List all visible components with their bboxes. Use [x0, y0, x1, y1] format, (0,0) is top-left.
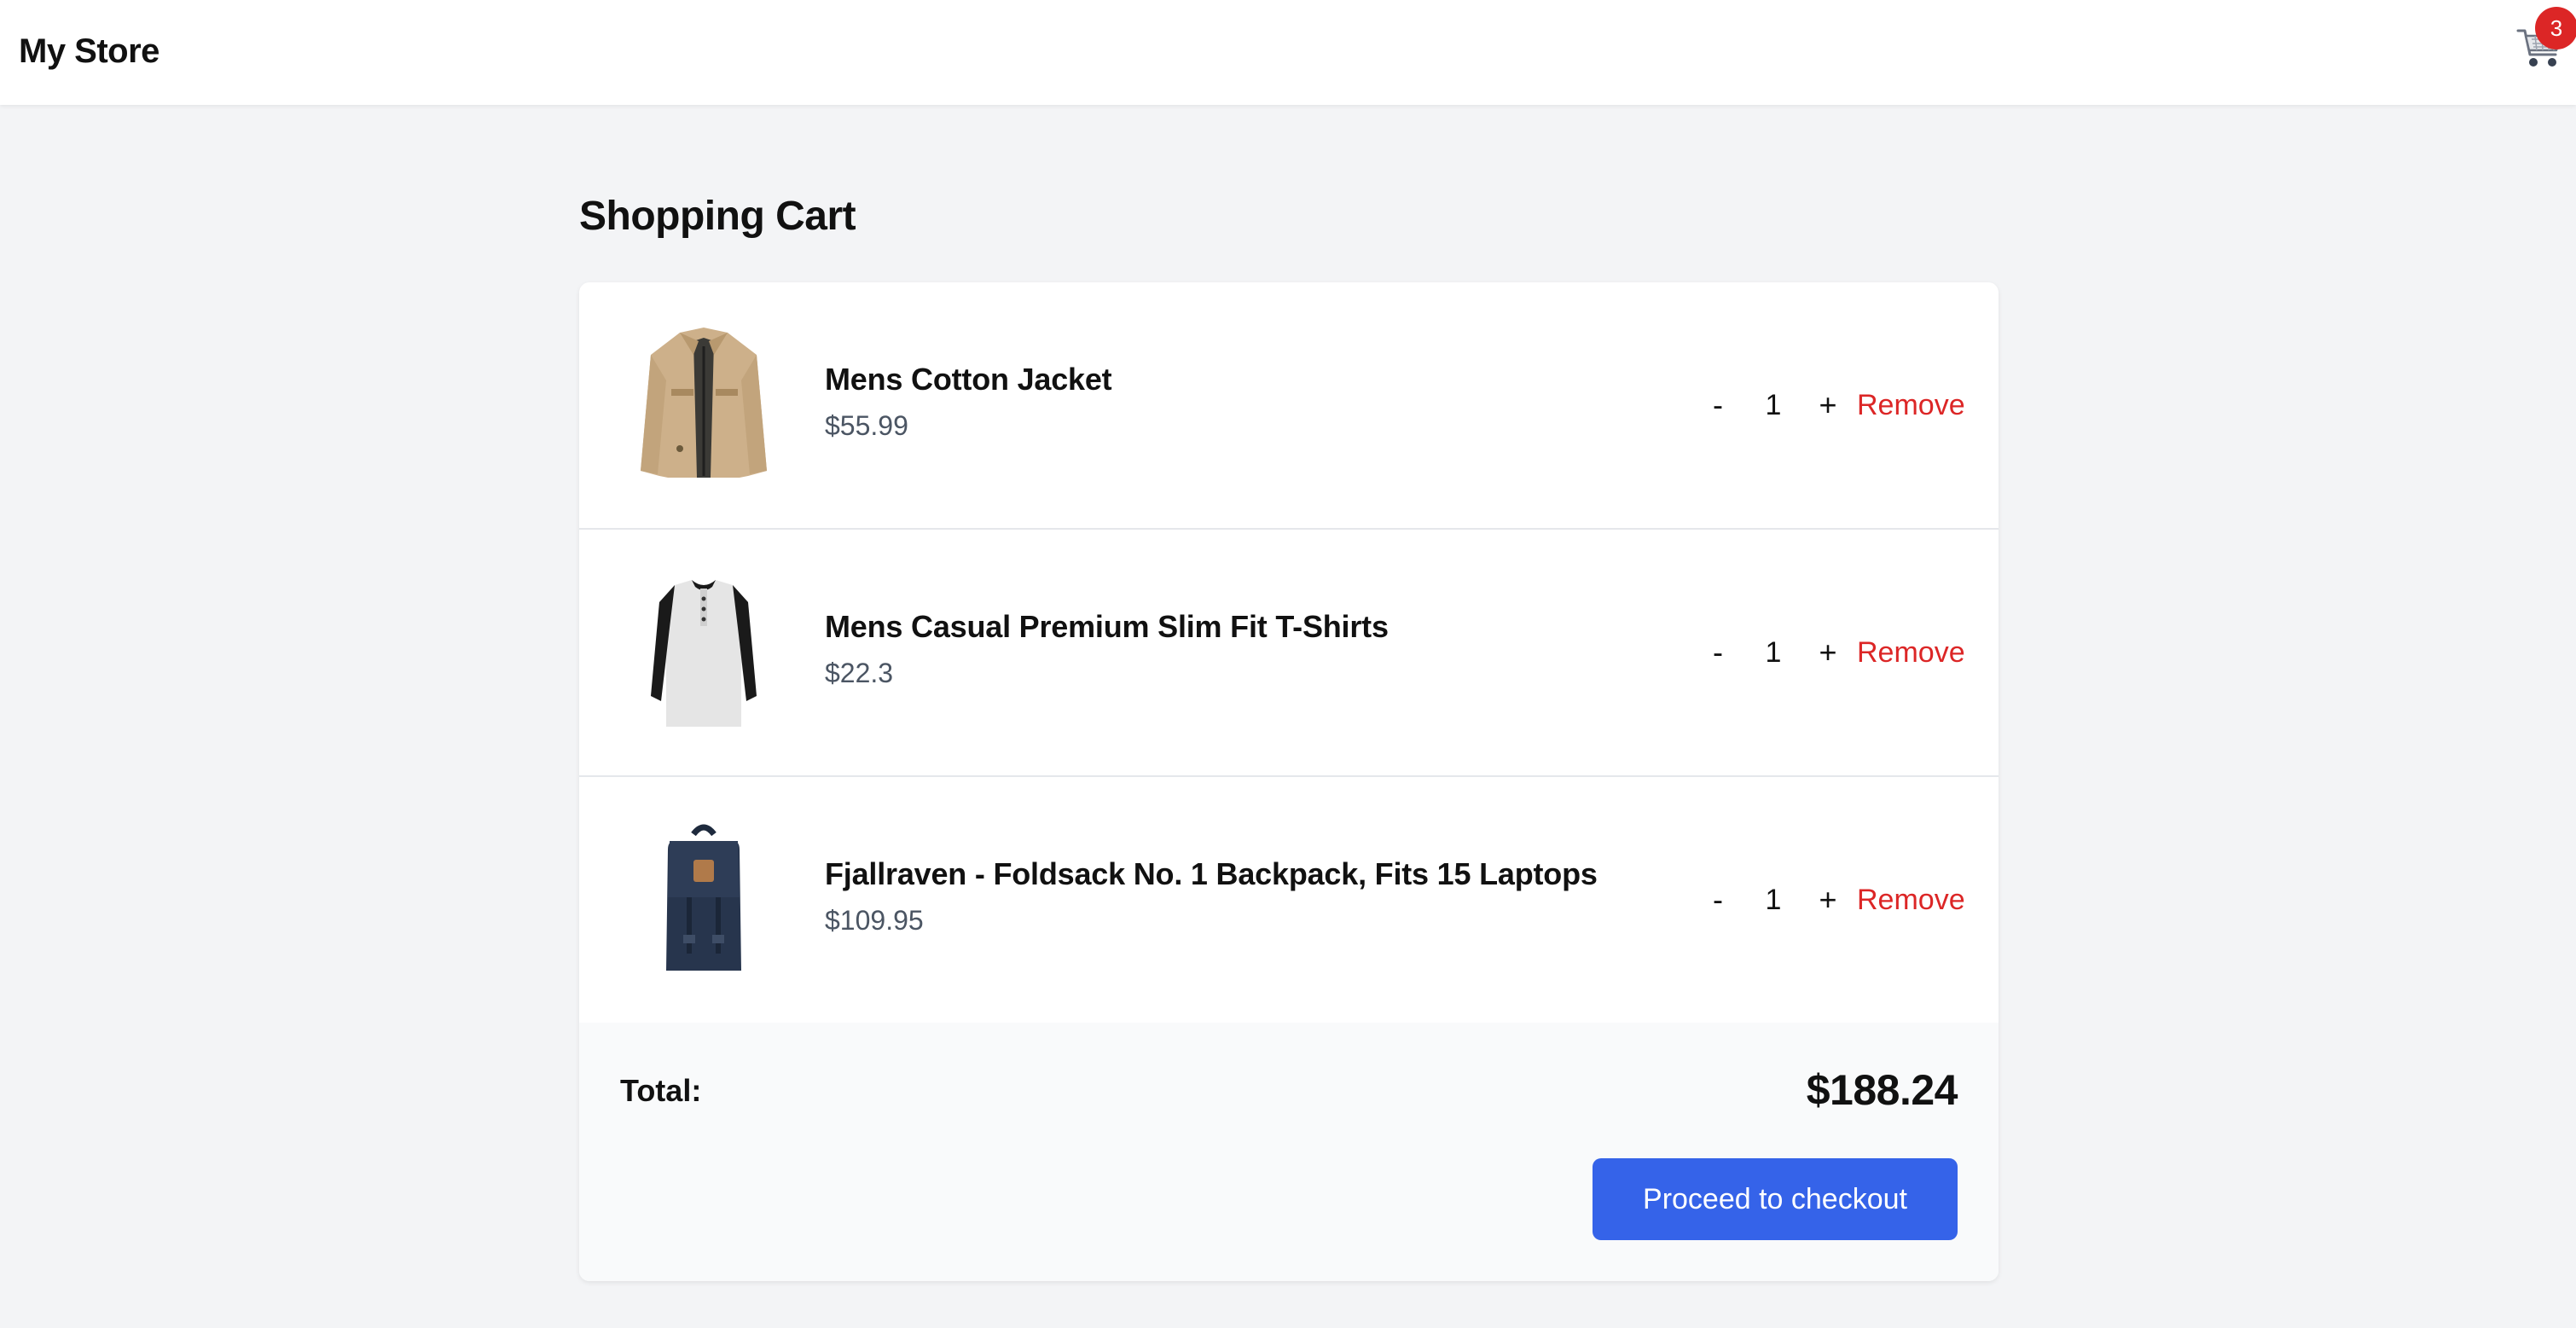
cart-item: Mens Casual Premium Slim Fit T-Shirts $2… — [579, 530, 1999, 777]
item-price: $22.3 — [825, 658, 894, 688]
item-name[interactable]: Mens Casual Premium Slim Fit T-Shirts — [825, 606, 1389, 647]
quantity-value: 1 — [1765, 389, 1782, 421]
store-logo[interactable]: My Store — [19, 26, 160, 77]
remove-item-button[interactable]: Remove — [1857, 876, 1965, 924]
cart-item: Fjallraven - Foldsack No. 1 Backpack, Fi… — [579, 777, 1999, 1024]
decrease-quantity-button[interactable]: - — [1701, 876, 1735, 924]
backpack-image — [620, 815, 787, 983]
tshirt-image — [620, 568, 787, 735]
jacket-image — [620, 321, 787, 488]
remove-item-button[interactable]: Remove — [1857, 629, 1965, 676]
remove-item-button[interactable]: Remove — [1857, 381, 1965, 429]
top-header: My Store — [0, 0, 2576, 105]
proceed-to-checkout-button[interactable]: Proceed to checkout — [1593, 1158, 1958, 1240]
quantity-value: 1 — [1765, 636, 1782, 669]
total-label: Total: — [620, 1073, 702, 1108]
cart-summary: Total: $188.24 Proceed to checkout — [579, 1023, 1999, 1281]
cart-item: Mens Cotton Jacket $55.99 - 1 + Remove — [579, 282, 1999, 530]
item-price: $109.95 — [825, 905, 924, 936]
item-name[interactable]: Fjallraven - Foldsack No. 1 Backpack, Fi… — [825, 854, 1598, 895]
total-amount: $188.24 — [1806, 1066, 1958, 1114]
increase-quantity-button[interactable]: + — [1811, 381, 1845, 429]
quantity-value: 1 — [1765, 884, 1782, 916]
item-name[interactable]: Mens Cotton Jacket — [825, 359, 1112, 400]
item-price: $55.99 — [825, 410, 908, 441]
cart-count-badge: 3 — [2535, 7, 2576, 49]
decrease-quantity-button[interactable]: - — [1701, 381, 1735, 429]
page-title: Shopping Cart — [579, 194, 856, 239]
increase-quantity-button[interactable]: + — [1811, 876, 1845, 924]
cart-panel: Mens Cotton Jacket $55.99 - 1 + Remove M… — [579, 282, 1999, 1281]
increase-quantity-button[interactable]: + — [1811, 629, 1845, 676]
decrease-quantity-button[interactable]: - — [1701, 629, 1735, 676]
